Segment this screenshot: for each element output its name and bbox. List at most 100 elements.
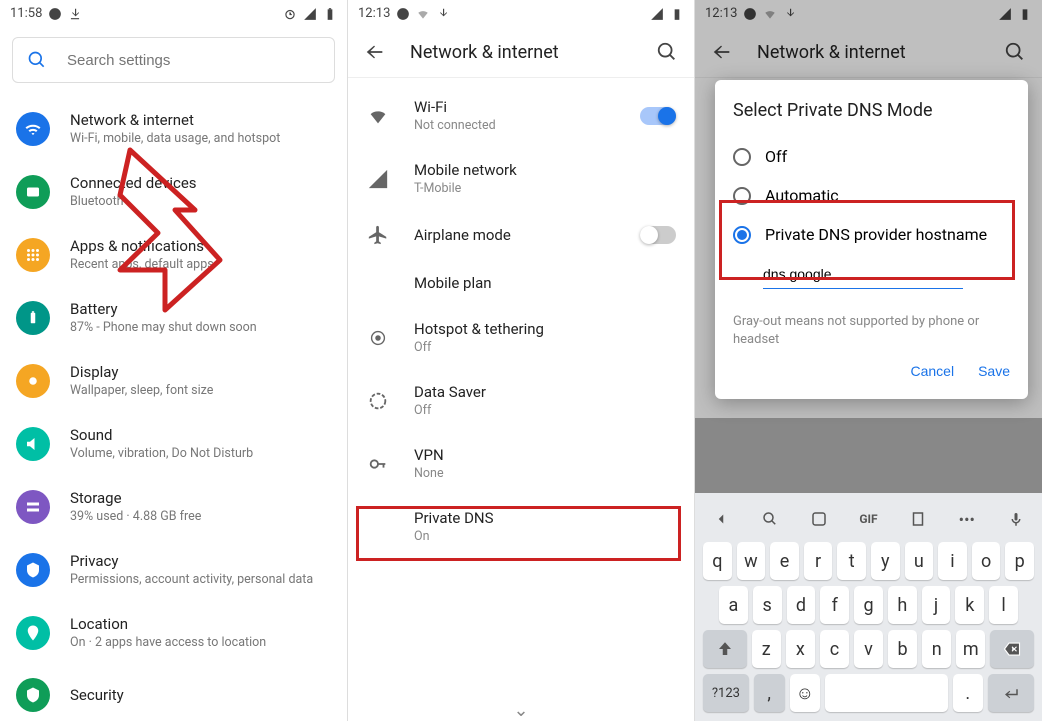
download-icon [783, 7, 797, 21]
signal-icon [303, 7, 317, 21]
search-settings[interactable] [12, 37, 335, 83]
search-icon[interactable] [656, 41, 678, 63]
setting-sound[interactable]: SoundVolume, vibration, Do Not Disturb [0, 412, 347, 475]
period-key[interactable]: . [953, 674, 984, 712]
key-e[interactable]: e [770, 542, 799, 580]
key-n[interactable]: n [922, 630, 951, 668]
private-dns-dialog: Select Private DNS Mode Off Automatic Pr… [715, 80, 1028, 399]
key-t[interactable]: t [837, 542, 866, 580]
spotify-icon [396, 7, 410, 21]
apps-icon [16, 238, 50, 272]
key-x[interactable]: x [786, 630, 815, 668]
key-l[interactable]: l [989, 586, 1018, 624]
header-title: Network & internet [410, 42, 632, 63]
key-i[interactable]: i [938, 542, 967, 580]
key-g[interactable]: g [854, 586, 883, 624]
battery-icon [323, 7, 337, 21]
key-v[interactable]: v [854, 630, 883, 668]
setting-location[interactable]: LocationOn · 2 apps have access to locat… [0, 601, 347, 664]
net-wifi[interactable]: Wi-FiNot connected [348, 84, 694, 147]
spotify-icon [743, 7, 757, 21]
shift-key[interactable] [703, 630, 747, 668]
datasaver-icon [366, 390, 390, 412]
airplane-toggle[interactable] [640, 226, 676, 244]
net-mobile[interactable]: Mobile networkT-Mobile [348, 147, 694, 210]
comma-key[interactable]: , [754, 674, 785, 712]
battery-circle-icon [16, 301, 50, 335]
setting-apps[interactable]: Apps & notificationsRecent apps, default… [0, 223, 347, 286]
privacy-icon [16, 553, 50, 587]
key-f[interactable]: f [820, 586, 849, 624]
header: Network & internet [348, 27, 694, 78]
net-hotspot[interactable]: Hotspot & tetheringOff [348, 306, 694, 369]
key-d[interactable]: d [787, 586, 816, 624]
kb-collapse-icon[interactable] [707, 505, 735, 533]
key-c[interactable]: c [820, 630, 849, 668]
key-z[interactable]: z [752, 630, 781, 668]
setting-connected[interactable]: Connected devicesBluetooth [0, 160, 347, 223]
setting-display[interactable]: DisplayWallpaper, sleep, font size [0, 349, 347, 412]
status-bar: 11:58 [0, 0, 347, 27]
net-datasaver[interactable]: Data SaverOff [348, 369, 694, 432]
dns-hostname-input[interactable] [763, 260, 963, 289]
setting-title: Network & internet [70, 111, 280, 129]
display-icon [16, 364, 50, 398]
back-icon[interactable] [711, 41, 733, 63]
key-h[interactable]: h [888, 586, 917, 624]
key-q[interactable]: q [703, 542, 732, 580]
radio-hostname[interactable]: Private DNS provider hostname [733, 215, 1010, 254]
setting-privacy[interactable]: PrivacyPermissions, account activity, pe… [0, 538, 347, 601]
key-r[interactable]: r [804, 542, 833, 580]
enter-key[interactable] [988, 674, 1034, 712]
signal-icon [998, 7, 1012, 21]
back-icon[interactable] [364, 41, 386, 63]
setting-storage[interactable]: Storage39% used · 4.88 GB free [0, 475, 347, 538]
key-j[interactable]: j [922, 586, 951, 624]
key-o[interactable]: o [972, 542, 1001, 580]
net-airplane[interactable]: Airplane mode [348, 210, 694, 260]
devices-icon [16, 175, 50, 209]
space-key[interactable] [825, 674, 947, 712]
kb-row2: asdfghjkl [699, 583, 1038, 627]
emoji-key[interactable]: ☺ [790, 674, 821, 712]
setting-battery[interactable]: Battery87% - Phone may shut down soon [0, 286, 347, 349]
radio-off[interactable]: Off [733, 137, 1010, 176]
search-input[interactable] [67, 52, 320, 69]
key-k[interactable]: k [955, 586, 984, 624]
setting-security[interactable]: Security [0, 664, 347, 721]
kb-clipboard-icon[interactable] [904, 505, 932, 533]
symbols-key[interactable]: ?123 [703, 674, 749, 712]
backspace-key[interactable] [990, 630, 1034, 668]
key-w[interactable]: w [737, 542, 766, 580]
key-a[interactable]: a [719, 586, 748, 624]
wifi-icon [16, 112, 50, 146]
key-y[interactable]: y [871, 542, 900, 580]
radio-automatic[interactable]: Automatic [733, 176, 1010, 215]
battery-icon [1018, 7, 1032, 21]
kb-gif-icon[interactable]: GIF [854, 505, 882, 533]
net-vpn[interactable]: VPNNone [348, 432, 694, 495]
key-u[interactable]: u [905, 542, 934, 580]
status-bar: 12:13 [348, 0, 694, 27]
key-p[interactable]: p [1005, 542, 1034, 580]
wifi-toggle[interactable] [640, 107, 676, 125]
search-icon[interactable] [1004, 41, 1026, 63]
net-mobileplan[interactable]: Mobile plan [348, 260, 694, 306]
kb-sticker-icon[interactable] [805, 505, 833, 533]
cancel-button[interactable]: Cancel [910, 363, 954, 379]
kb-more-icon[interactable]: ••• [953, 505, 981, 533]
save-button[interactable]: Save [978, 363, 1010, 379]
airplane-icon [366, 224, 390, 246]
sound-icon [16, 427, 50, 461]
key-s[interactable]: s [753, 586, 782, 624]
wifi-icon [763, 7, 777, 21]
net-privatedns[interactable]: Private DNSOn [348, 495, 694, 558]
security-icon [16, 678, 50, 712]
kb-mic-icon[interactable] [1002, 505, 1030, 533]
kb-search-icon[interactable] [756, 505, 784, 533]
status-time: 11:58 [10, 6, 42, 21]
setting-network[interactable]: Network & internetWi-Fi, mobile, data us… [0, 97, 347, 160]
key-m[interactable]: m [956, 630, 985, 668]
status-bar: 12:13 [695, 0, 1042, 27]
key-b[interactable]: b [888, 630, 917, 668]
